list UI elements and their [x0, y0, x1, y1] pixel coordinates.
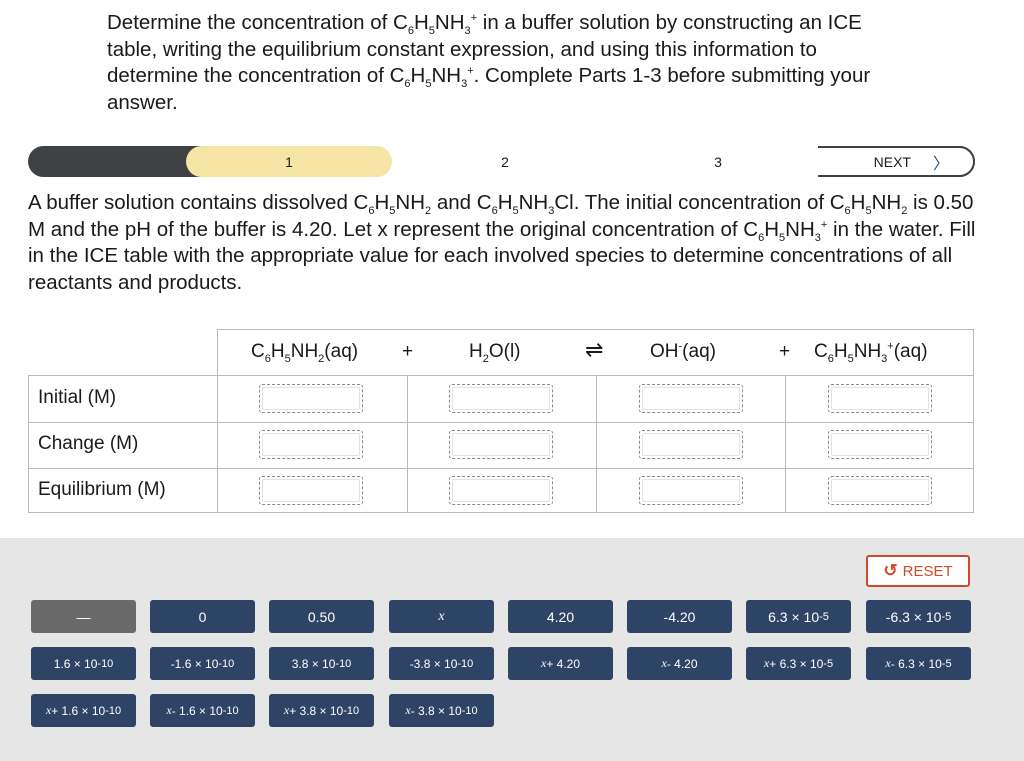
drop-zone-equilibrium-h2o[interactable] — [449, 476, 553, 505]
step-progress-bar: 1 2 3 NEXT 〉 — [28, 146, 975, 177]
ice-table-header: C6H5NH2(aq) + H2O(l) ⇌ OH-(aq) + C6H5NH3… — [217, 329, 974, 375]
answer-tile[interactable]: x + 1.6 × 10 -10 — [31, 694, 136, 727]
drop-zone-equilibrium-oh[interactable] — [639, 476, 743, 505]
plus-sign: + — [779, 341, 791, 362]
step-label: 1 — [285, 153, 293, 170]
answer-tile[interactable]: -6.3 × 10 -5 — [866, 600, 971, 633]
question-text: A buffer solution contains dissolved C6H… — [28, 191, 976, 294]
step-label: 3 — [714, 153, 722, 170]
ice-table: C6H5NH2(aq) + H2O(l) ⇌ OH-(aq) + C6H5NH3… — [28, 329, 974, 513]
row-label-equilibrium: Equilibrium (M) — [38, 479, 166, 500]
answer-tile[interactable]: 0 — [150, 600, 255, 633]
step-label: 2 — [501, 153, 509, 170]
species-h2o: H2O(l) — [469, 341, 521, 365]
next-button[interactable]: NEXT 〉 — [815, 146, 975, 177]
answer-tile[interactable]: x — [389, 600, 494, 633]
undo-icon: ↺ — [883, 561, 898, 580]
reset-label: RESET — [902, 562, 953, 580]
drop-zone-equilibrium-c6h5nh2[interactable] — [259, 476, 363, 505]
answer-tile[interactable]: x - 3.8 × 10 -10 — [389, 694, 494, 727]
drop-zone-change-h2o[interactable] — [449, 430, 553, 459]
ice-row-equilibrium: Equilibrium (M) — [29, 468, 973, 514]
drop-zone-change-c6h5nh2[interactable] — [259, 430, 363, 459]
answer-tile[interactable]: x - 1.6 × 10 -10 — [150, 694, 255, 727]
step-2-tab[interactable]: 2 — [392, 146, 618, 177]
answer-tile[interactable]: 0.50 — [269, 600, 374, 633]
answer-tile[interactable]: x - 4.20 — [627, 647, 732, 680]
drop-zone-equilibrium-c6h5nh3[interactable] — [828, 476, 932, 505]
ice-row-change: Change (M) — [29, 422, 973, 469]
next-label: NEXT — [873, 153, 911, 170]
answer-tile[interactable]: 3.8 × 10 -10 — [269, 647, 374, 680]
answer-tile[interactable]: x - 6.3 × 10 -5 — [866, 647, 971, 680]
answer-tile[interactable]: x + 3.8 × 10 -10 — [269, 694, 374, 727]
drop-zone-initial-c6h5nh2[interactable] — [259, 384, 363, 413]
instructions-text: Determine the concentration of C6H5NH3+ … — [107, 11, 871, 114]
answer-tile[interactable]: -4.20 — [627, 600, 732, 633]
answer-tile[interactable]: x + 4.20 — [508, 647, 613, 680]
ice-row-initial: Initial (M) — [29, 376, 973, 423]
species-c6h5nh2: C6H5NH2(aq) — [251, 341, 359, 365]
step-1-tab[interactable]: 1 — [186, 146, 392, 177]
answer-tile[interactable]: 4.20 — [508, 600, 613, 633]
answer-tile[interactable]: -3.8 × 10 -10 — [389, 647, 494, 680]
drop-zone-initial-h2o[interactable] — [449, 384, 553, 413]
answer-tile[interactable]: 1.6 × 10 -10 — [31, 647, 136, 680]
answer-tile[interactable]: x + 6.3 × 10 -5 — [746, 647, 851, 680]
ice-table-body: Initial (M) Change (M) Equilibrium (M) — [28, 375, 974, 513]
species-oh: OH-(aq) — [650, 340, 716, 362]
answer-tile[interactable]: 6.3 × 10 -5 — [746, 600, 851, 633]
drop-zone-change-oh[interactable] — [639, 430, 743, 459]
species-c6h5nh3: C6H5NH3+(aq) — [814, 340, 928, 365]
chevron-right-icon: 〉 — [932, 155, 949, 173]
answer-tray: ↺ RESET — 0 0.50 x 4.20 -4.20 6.3 × 10 -5… — [0, 538, 1024, 761]
step-3-tab[interactable]: 3 — [618, 146, 818, 177]
answer-tile: — — [31, 600, 136, 633]
drop-zone-initial-c6h5nh3[interactable] — [828, 384, 932, 413]
row-label-change: Change (M) — [38, 433, 139, 454]
answer-tile[interactable]: -1.6 × 10 -10 — [150, 647, 255, 680]
equilibrium-arrow-icon: ⇌ — [585, 337, 604, 362]
drop-zone-initial-oh[interactable] — [639, 384, 743, 413]
plus-sign: + — [402, 341, 414, 362]
row-label-initial: Initial (M) — [38, 387, 117, 408]
drop-zone-change-c6h5nh3[interactable] — [828, 430, 932, 459]
reset-button[interactable]: ↺ RESET — [866, 555, 970, 587]
